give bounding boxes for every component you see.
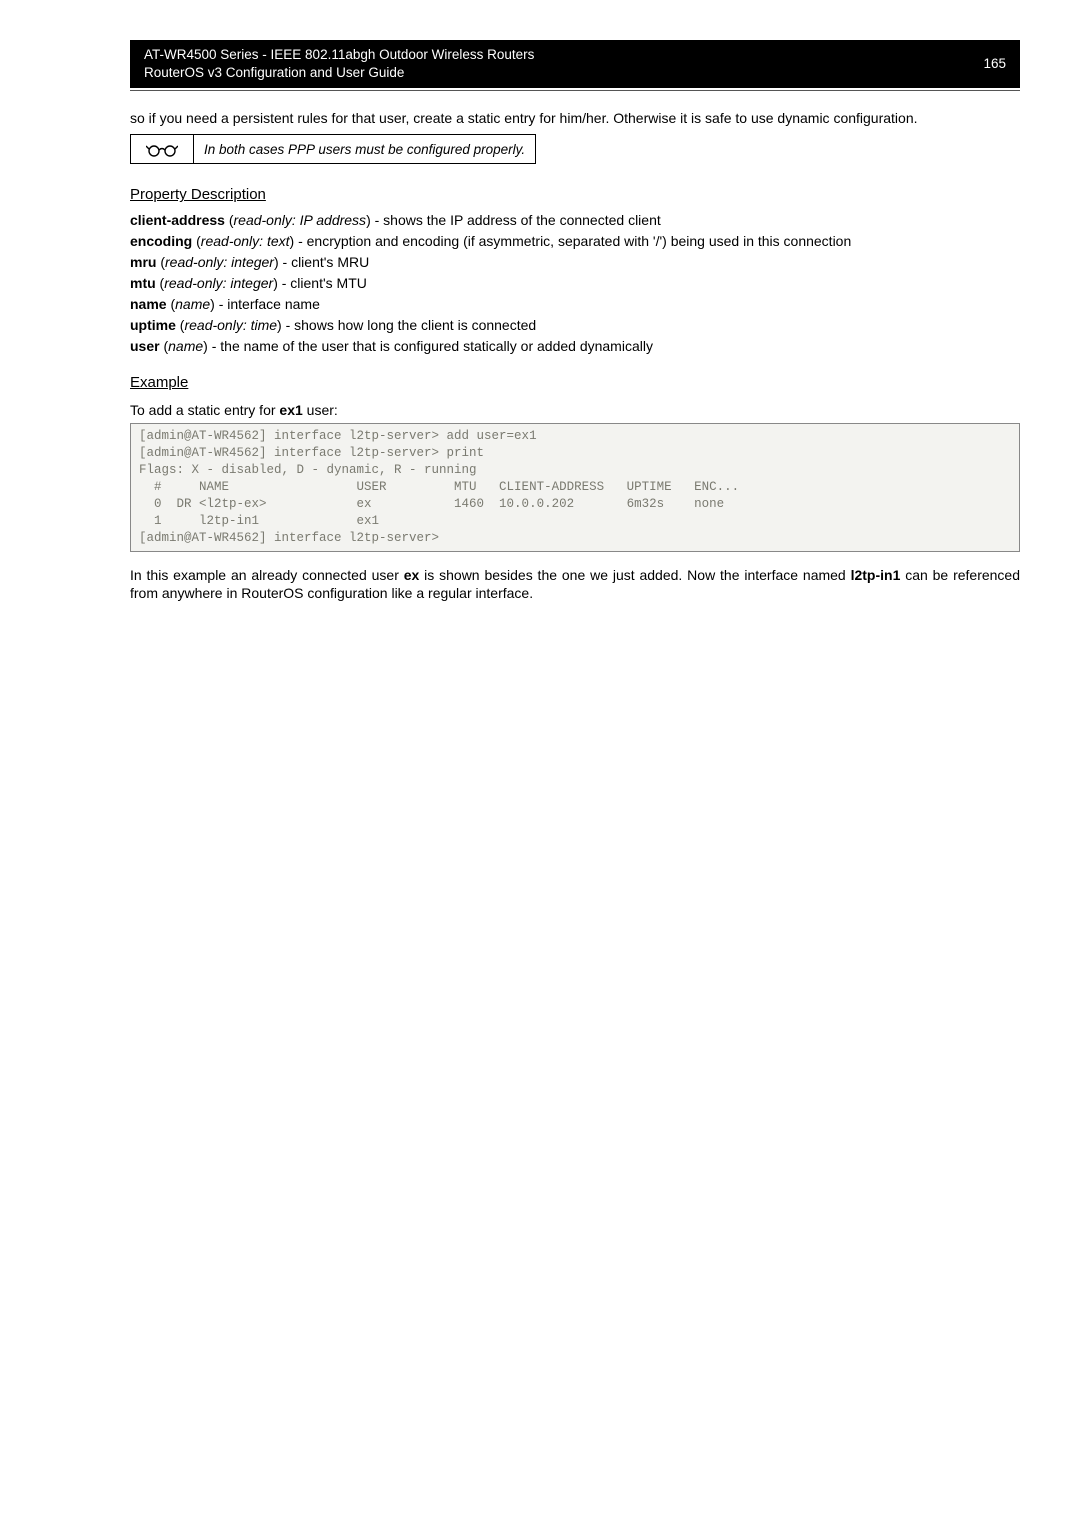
example-heading: Example xyxy=(130,374,1020,391)
header-line2: RouterOS v3 Configuration and User Guide xyxy=(144,64,953,82)
glasses-icon xyxy=(131,135,194,164)
intro-paragraph: so if you need a persistent rules for th… xyxy=(130,109,1020,128)
prop-user: user (name) - the name of the user that … xyxy=(130,337,1020,356)
prop-mtu: mtu (read-only: integer) - client's MTU xyxy=(130,274,1020,293)
property-description-heading: Property Description xyxy=(130,186,1020,203)
page-header: AT-WR4500 Series - IEEE 802.11abgh Outdo… xyxy=(130,40,1020,88)
note-text: In both cases PPP users must be configur… xyxy=(194,135,536,164)
code-block: [admin@AT-WR4562] interface l2tp-server>… xyxy=(130,423,1020,551)
header-rule xyxy=(130,90,1020,91)
prop-client-address: client-address (read-only: IP address) -… xyxy=(130,211,1020,230)
after-code-paragraph: In this example an already connected use… xyxy=(130,566,1020,604)
prop-uptime: uptime (read-only: time) - shows how lon… xyxy=(130,316,1020,335)
prop-name: name (name) - interface name xyxy=(130,295,1020,314)
page-number: 165 xyxy=(983,55,1006,73)
note-box: In both cases PPP users must be configur… xyxy=(130,134,536,164)
page-container: AT-WR4500 Series - IEEE 802.11abgh Outdo… xyxy=(0,0,1080,657)
example-intro: To add a static entry for ex1 user: xyxy=(130,401,1020,420)
prop-mru: mru (read-only: integer) - client's MRU xyxy=(130,253,1020,272)
header-title-block: AT-WR4500 Series - IEEE 802.11abgh Outdo… xyxy=(144,46,953,82)
header-line1: AT-WR4500 Series - IEEE 802.11abgh Outdo… xyxy=(144,46,953,64)
prop-encoding: encoding (read-only: text) - encryption … xyxy=(130,232,1020,251)
